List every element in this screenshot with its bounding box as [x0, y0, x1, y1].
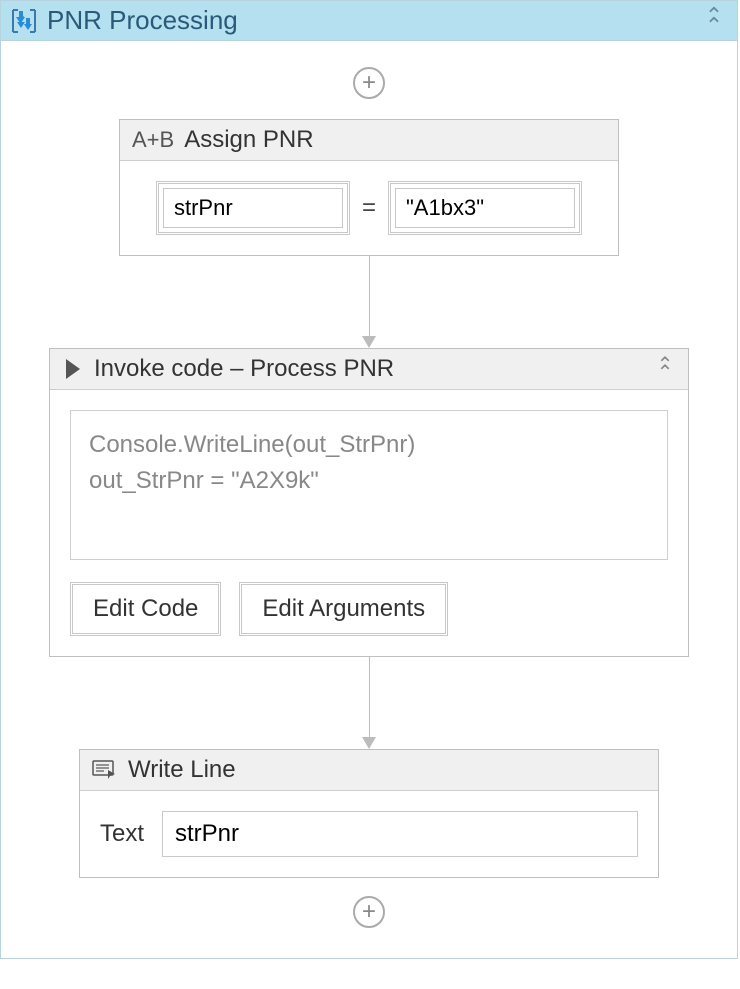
assign-activity[interactable]: A+B Assign PNR strPnr = "A1bx3"	[119, 119, 619, 256]
code-line: out_StrPnr = "A2X9k"	[89, 463, 649, 499]
sequence-container: PNR Processing ⌃⌃ + A+B Assign PNR strPn…	[0, 0, 738, 959]
connector-1	[362, 256, 376, 348]
writeline-text-input[interactable]: strPnr	[162, 811, 638, 857]
connector-2	[362, 657, 376, 749]
assign-icon: A+B	[132, 127, 174, 153]
sequence-title: PNR Processing	[47, 5, 701, 36]
sequence-body: + A+B Assign PNR strPnr = "A1bx3"	[1, 41, 737, 958]
sequence-header[interactable]: PNR Processing ⌃⌃	[1, 1, 737, 41]
assign-to-input[interactable]: strPnr	[163, 188, 343, 228]
assign-header[interactable]: A+B Assign PNR	[120, 120, 618, 161]
assign-value-wrapper: "A1bx3"	[388, 181, 582, 235]
edit-code-button[interactable]: Edit Code	[70, 582, 221, 636]
assign-to-wrapper: strPnr	[156, 181, 350, 235]
invoke-header[interactable]: Invoke code – Process PNR ⌃⌃	[50, 349, 688, 390]
text-label: Text	[100, 820, 144, 848]
assign-title: Assign PNR	[184, 126, 606, 154]
invoke-title: Invoke code – Process PNR	[94, 355, 654, 383]
sequence-icon	[9, 7, 39, 35]
code-preview[interactable]: Console.WriteLine(out_StrPnr) out_StrPnr…	[70, 410, 668, 560]
code-line: Console.WriteLine(out_StrPnr)	[89, 427, 649, 463]
write-line-activity[interactable]: Write Line Text strPnr	[79, 749, 659, 878]
edit-arguments-button[interactable]: Edit Arguments	[239, 582, 448, 636]
equals-label: =	[362, 194, 376, 222]
add-activity-top-button[interactable]: +	[353, 67, 385, 99]
invoke-code-activity[interactable]: Invoke code – Process PNR ⌃⌃ Console.Wri…	[49, 348, 689, 657]
assign-value-input[interactable]: "A1bx3"	[395, 188, 575, 228]
write-line-icon	[92, 760, 116, 780]
expand-caret-icon[interactable]	[66, 359, 80, 379]
writeline-header[interactable]: Write Line	[80, 750, 658, 791]
add-activity-bottom-button[interactable]: +	[353, 896, 385, 928]
collapse-invoke-button[interactable]: ⌃⌃	[654, 359, 676, 379]
collapse-sequence-button[interactable]: ⌃⌃	[701, 9, 727, 31]
writeline-title: Write Line	[128, 756, 646, 784]
